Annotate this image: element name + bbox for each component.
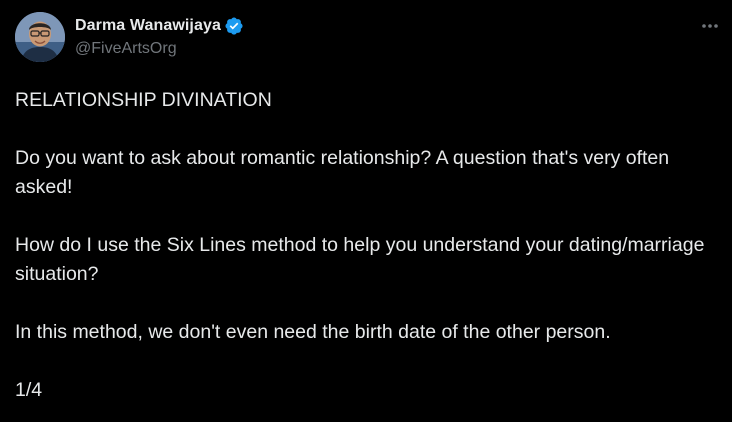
tweet-paragraph: How do I use the Six Lines method to hel…	[15, 234, 705, 285]
more-options-button[interactable]	[698, 16, 722, 36]
tweet-paragraph: In this method, we don't even need the b…	[15, 321, 611, 343]
thread-counter: 1/4	[15, 379, 43, 401]
display-name-row: Darma Wanawijaya	[75, 16, 244, 36]
author-names: Darma Wanawijaya @FiveArtsOrg	[75, 16, 244, 58]
tweet-paragraph: Do you want to ask about romantic relati…	[15, 147, 670, 198]
more-horizontal-icon	[702, 24, 718, 28]
tweet-paragraph-heading: RELATIONSHIP DIVINATION	[15, 89, 272, 111]
verified-badge-icon[interactable]	[224, 16, 244, 36]
avatar[interactable]	[15, 12, 65, 62]
tweet-text: RELATIONSHIP DIVINATION Do you want to a…	[15, 86, 720, 405]
display-name[interactable]: Darma Wanawijaya	[75, 17, 221, 35]
tweet-header: Darma Wanawijaya @FiveArtsOrg	[15, 12, 722, 64]
author-handle[interactable]: @FiveArtsOrg	[75, 40, 244, 58]
avatar-image	[15, 12, 65, 62]
